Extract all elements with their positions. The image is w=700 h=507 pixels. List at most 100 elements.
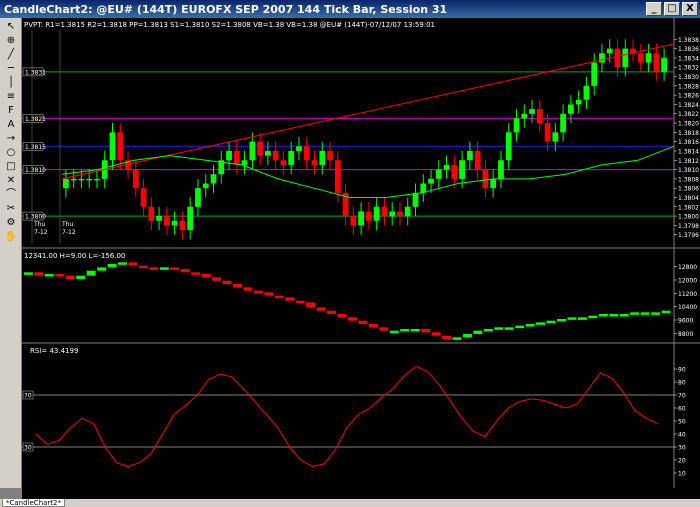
candle-body — [404, 206, 411, 217]
volume-tick-label: 12800 — [678, 264, 697, 271]
maximize-button[interactable]: □ — [664, 2, 680, 16]
price-tick-label: 1.3798 — [678, 223, 699, 230]
candle-body — [637, 53, 644, 63]
vline-icon[interactable]: │ — [3, 76, 19, 89]
candle-body — [467, 150, 473, 161]
candle-body — [428, 178, 434, 184]
rsi-level-tag: 70 — [24, 393, 32, 400]
rsi-tick-label: 40 — [678, 432, 686, 439]
candle-body — [459, 160, 465, 179]
volume-bar — [128, 262, 138, 266]
trendline-icon[interactable]: ╱ — [3, 48, 19, 61]
level-tag: 1.3800 — [25, 214, 46, 221]
candle-body — [241, 160, 248, 165]
volume-bar — [368, 324, 378, 328]
price-tick-label: 1.3800 — [678, 214, 699, 221]
volume-bar — [180, 269, 190, 273]
candle-body — [366, 211, 372, 221]
candle-body — [622, 48, 629, 68]
zoom-icon[interactable]: ⊕ — [3, 34, 19, 47]
volume-tick-label: 10400 — [678, 304, 697, 311]
candle-body — [661, 57, 667, 72]
candle-body — [505, 132, 512, 161]
candle-body — [265, 150, 271, 156]
circle-icon[interactable]: ○ — [3, 146, 19, 159]
volume-bar — [44, 274, 54, 277]
volume-bar — [598, 314, 608, 317]
price-tick-label: 1.3832 — [678, 65, 699, 72]
volume-bar — [431, 332, 441, 336]
candle-body — [435, 169, 442, 179]
candle-body — [536, 109, 543, 124]
candle-body — [288, 150, 295, 165]
volume-bar — [274, 295, 284, 299]
candle-body — [397, 211, 403, 217]
minimize-button[interactable]: _ — [646, 2, 662, 16]
level-tag: 1.3810 — [25, 167, 46, 174]
candle-body — [327, 150, 333, 161]
candle-body — [140, 188, 147, 207]
rsi-panel[interactable]: RSI= 43.4199 — [30, 347, 78, 355]
volume-bar — [233, 284, 242, 288]
drawing-toolbar: ↖ ⊕ ╱ ─ │ ≡ F A → ○ □ ✕ ⌒ ✂ ⚙ ✋ — [0, 18, 22, 488]
volume-bar — [661, 310, 671, 314]
text-tool-icon[interactable]: A — [3, 118, 19, 131]
date-label-day: Thu — [61, 221, 73, 228]
volume-panel-header: 12341.00 H=9.00 L=-156.00 — [24, 252, 125, 260]
candle-body — [358, 211, 364, 226]
price-panel-header: PVPT: R1=1.3815 R2=1.3818 PP=1.3813 S1=1… — [24, 21, 435, 29]
gann-icon[interactable]: ✕ — [3, 174, 19, 187]
candle-body — [583, 85, 590, 100]
volume-bar — [577, 317, 587, 320]
arrow-icon[interactable]: → — [3, 132, 19, 145]
chart-tab[interactable]: *CandleChart2* — [2, 499, 65, 507]
candle-body — [94, 178, 100, 181]
volume-bar — [243, 287, 253, 291]
chart-area[interactable]: PVPT: R1=1.3815 R2=1.3818 PP=1.3813 S1=1… — [22, 18, 700, 488]
hline-icon[interactable]: ─ — [3, 62, 19, 75]
price-tick-label: 1.3836 — [678, 46, 699, 53]
candle-body — [156, 216, 162, 221]
candle-body — [179, 220, 186, 231]
level-tag: 1.3815 — [25, 144, 46, 151]
rsi-tick-label: 30 — [678, 445, 686, 452]
volume-bar — [483, 329, 493, 332]
volume-bar — [55, 274, 65, 277]
volume-bar — [379, 327, 389, 331]
price-tick-label: 1.3796 — [678, 232, 699, 239]
candle-body — [226, 150, 232, 161]
window-title-bar[interactable]: CandleChart2: @EU# (144T) EUROFX SEP 200… — [0, 0, 700, 18]
volume-bar — [149, 267, 159, 270]
rsi-tick-label: 90 — [678, 367, 686, 374]
volume-bar — [452, 337, 462, 340]
candle-body — [544, 123, 551, 142]
volume-bar — [640, 312, 650, 315]
volume-bar — [494, 327, 504, 330]
volume-bar — [316, 307, 326, 311]
volume-bar — [327, 310, 337, 314]
volume-bar — [525, 324, 535, 327]
rsi-level-tag: 30 — [24, 445, 32, 452]
cursor-icon[interactable]: ↖ — [3, 20, 19, 33]
price-tick-label: 1.3826 — [678, 93, 699, 100]
close-button[interactable]: X — [682, 2, 698, 16]
candle-body — [78, 178, 85, 181]
fibonacci-icon[interactable]: F — [3, 104, 19, 117]
hand-icon[interactable]: ✋ — [3, 230, 19, 243]
volume-tick-label: 8800 — [678, 331, 693, 338]
volume-bar — [421, 329, 431, 333]
candle-body — [568, 104, 574, 114]
rectangle-icon[interactable]: □ — [3, 160, 19, 173]
candle-body — [63, 178, 69, 189]
cycle-icon[interactable]: ⌒ — [3, 188, 19, 201]
rsi-tick-label: 80 — [678, 380, 686, 387]
channel-icon[interactable]: ≡ — [3, 90, 19, 103]
candle-body — [171, 220, 178, 226]
delete-icon[interactable]: ✂ — [3, 202, 19, 215]
properties-icon[interactable]: ⚙ — [3, 216, 19, 229]
volume-bar — [462, 334, 472, 338]
level-tag: 1.3831 — [25, 69, 46, 76]
volume-bar — [630, 312, 640, 315]
candle-body — [381, 206, 388, 217]
volume-bar — [567, 317, 577, 320]
